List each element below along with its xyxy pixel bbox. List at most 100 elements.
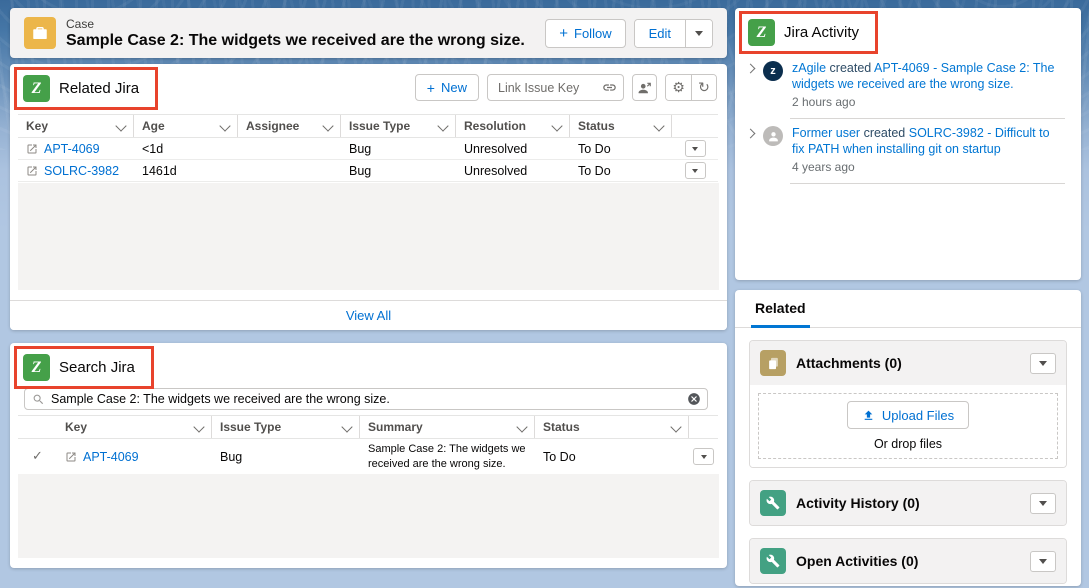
column-label: Issue Type	[220, 420, 281, 434]
column-header-status[interactable]: Status	[570, 115, 672, 137]
column-header-assignee[interactable]: Assignee	[238, 115, 341, 137]
activity-history-section: Activity History (0)	[749, 480, 1067, 526]
edit-button[interactable]: Edit	[635, 20, 685, 47]
tab-bar: Related	[735, 290, 1081, 328]
actions-cell	[672, 162, 718, 179]
related-jira-table: Key Age Assignee Issue Type Resolution S…	[18, 114, 718, 182]
collapse-button[interactable]	[1030, 353, 1056, 374]
chevron-down-icon	[653, 120, 664, 131]
activity-history-header[interactable]: Activity History (0)	[750, 481, 1066, 525]
caret-down-icon	[695, 31, 703, 36]
search-jira-table-header: Key Issue Type Summary Status	[18, 415, 718, 439]
column-header-key[interactable]: Key	[18, 115, 134, 137]
expand-chevron-icon[interactable]	[747, 130, 754, 137]
age-cell: <1d	[134, 142, 238, 156]
entity-label: Case	[66, 17, 525, 31]
attachments-title: Attachments (0)	[796, 355, 902, 371]
jira-activity-card: Z Jira Activity z zAgile created APT-406…	[735, 8, 1081, 280]
chevron-down-icon	[322, 120, 333, 131]
row-actions-button[interactable]	[685, 162, 706, 179]
row-actions-button[interactable]	[685, 140, 706, 157]
annotation-box-jira-activity: Z Jira Activity	[739, 11, 878, 54]
collapse-button[interactable]	[1030, 493, 1056, 514]
related-jira-table-header: Key Age Assignee Issue Type Resolution S…	[18, 114, 718, 138]
activity-actor-link[interactable]: Former user	[792, 126, 860, 140]
external-link-icon[interactable]	[26, 165, 38, 177]
chevron-down-icon	[219, 120, 230, 131]
column-header-issue-type[interactable]: Issue Type	[341, 115, 456, 137]
activity-actor-link[interactable]: zAgile	[792, 61, 826, 75]
actions-cell	[672, 140, 718, 157]
clear-search-icon[interactable]	[687, 392, 701, 406]
avatar: z	[763, 61, 783, 81]
expand-chevron-icon[interactable]	[747, 65, 754, 72]
selected-cell[interactable]: ✓	[18, 449, 57, 464]
table-row[interactable]: SOLRC-3982 1461d Bug Unresolved To Do	[18, 160, 718, 182]
search-input[interactable]	[25, 389, 707, 409]
open-activities-title: Open Activities (0)	[796, 553, 918, 569]
related-jira-title: Related Jira	[59, 80, 139, 97]
plus-icon: +	[559, 26, 568, 41]
settings-button[interactable]: ⚙	[666, 75, 691, 100]
view-all-link[interactable]: View All	[346, 308, 391, 323]
zagile-icon: Z	[23, 354, 50, 381]
external-link-icon[interactable]	[65, 451, 77, 463]
table-row[interactable]: ✓ APT-4069 Bug Sample Case 2: The widget…	[18, 439, 718, 475]
summary-cell: Sample Case 2: The widgets we received a…	[360, 442, 535, 472]
column-header-select	[18, 416, 57, 438]
column-label: Assignee	[246, 119, 299, 133]
issue-type-cell: Bug	[341, 142, 456, 156]
issue-type-cell: Bug	[212, 450, 360, 464]
activity-history-title: Activity History (0)	[796, 495, 920, 511]
column-header-status[interactable]: Status	[535, 416, 689, 438]
related-jira-toolbar: + New ⚙ ↻	[415, 74, 717, 101]
open-activities-header[interactable]: Open Activities (0)	[750, 539, 1066, 583]
header-text: Case Sample Case 2: The widgets we recei…	[66, 17, 525, 50]
refresh-icon: ↻	[698, 81, 710, 95]
caret-down-icon	[692, 169, 698, 173]
row-actions-button[interactable]	[693, 448, 714, 465]
activity-text: zAgile created APT-4069 - Sample Case 2:…	[792, 60, 1056, 92]
refresh-button[interactable]: ↻	[691, 75, 716, 100]
search-jira-card: Z Search Jira Key Issue Type Summary Sta…	[10, 343, 727, 568]
collapse-button[interactable]	[1030, 551, 1056, 572]
issue-key-link[interactable]: APT-4069	[83, 450, 139, 464]
open-activities-icon	[760, 548, 786, 574]
column-header-summary[interactable]: Summary	[360, 416, 535, 438]
user-link-button[interactable]	[632, 74, 657, 101]
column-header-key[interactable]: Key	[57, 416, 212, 438]
drop-files-label: Or drop files	[874, 437, 942, 451]
activity-list: z zAgile created APT-4069 - Sample Case …	[735, 54, 1081, 184]
caret-down-icon	[701, 455, 707, 459]
attachments-body: Upload Files Or drop files	[750, 385, 1066, 467]
briefcase-icon	[31, 24, 49, 42]
caret-down-icon	[1039, 501, 1047, 506]
caret-down-icon	[1039, 559, 1047, 564]
issue-key-link[interactable]: SOLRC-3982	[44, 164, 119, 178]
column-header-issue-type[interactable]: Issue Type	[212, 416, 360, 438]
column-header-actions	[689, 416, 718, 438]
issue-key-link[interactable]: APT-4069	[44, 142, 100, 156]
column-header-age[interactable]: Age	[134, 115, 238, 137]
person-arrow-icon	[638, 81, 652, 95]
issue-type-cell: Bug	[341, 164, 456, 178]
person-icon	[767, 130, 780, 143]
new-issue-button[interactable]: + New	[415, 74, 479, 101]
upload-files-button[interactable]: Upload Files	[847, 401, 969, 429]
file-dropzone[interactable]: Upload Files Or drop files	[758, 393, 1058, 459]
attachments-header[interactable]: Attachments (0)	[750, 341, 1066, 385]
status-cell: To Do	[535, 450, 689, 464]
search-jira-table: Key Issue Type Summary Status ✓ APT-4069…	[18, 415, 718, 475]
tab-related[interactable]: Related	[751, 300, 810, 327]
edit-dropdown-button[interactable]	[685, 20, 712, 47]
column-header-resolution[interactable]: Resolution	[456, 115, 570, 137]
activity-item: Former user created SOLRC-3982 - Difficu…	[735, 119, 1081, 174]
column-label: Age	[142, 119, 165, 133]
link-icon[interactable]	[602, 80, 617, 100]
search-input-wrap	[24, 388, 708, 410]
table-row[interactable]: APT-4069 <1d Bug Unresolved To Do	[18, 138, 718, 160]
follow-button[interactable]: + Follow	[545, 19, 625, 48]
related-sections: Attachments (0) Upload Files Or drop fil…	[735, 328, 1081, 584]
external-link-icon[interactable]	[26, 143, 38, 155]
chevron-down-icon	[516, 421, 527, 432]
